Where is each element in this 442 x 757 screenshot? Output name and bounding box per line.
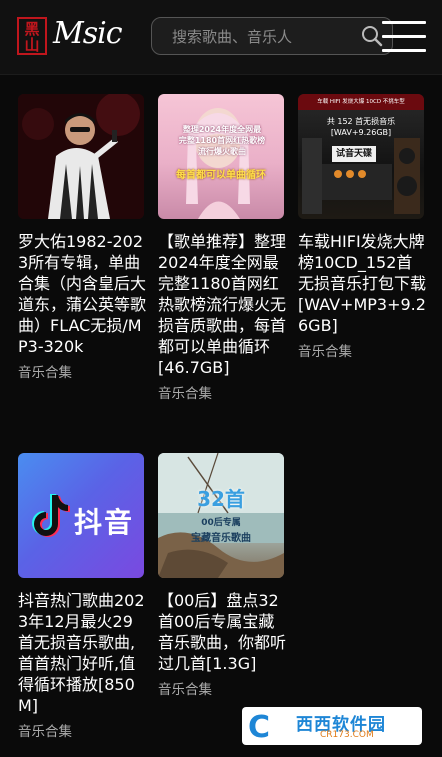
site-watermark: C 西西软件园 CR173.COM [242,707,422,745]
cover-slogan: 每首都可以单曲循环 [176,170,266,181]
album-category: 音乐合集 [298,344,352,360]
album-cover[interactable]: 32首 00后专属 宝藏音乐歌曲 [158,453,284,578]
cover-big-text: 32首 [197,487,245,511]
album-category: 音乐合集 [158,682,212,698]
album-cover[interactable]: 车载 HIFI 发烧大爆 10CD 不挑车型 共 152 首无损音乐 [WAV+… [298,94,424,219]
cover-text-line: 00后专属 [201,518,241,528]
album-title[interactable]: 罗大佑1982-2023所有专辑，单曲合集（内含皇后大道东，蒲公英等歌曲）FLA… [18,231,146,357]
album-cover[interactable] [18,94,144,219]
album-title[interactable]: 【歌单推荐】整理2024年度全网最完整1180首网红热歌榜流行爆火无损音质歌曲，… [158,231,286,378]
cover-text-line: 完整1180首网红热歌榜 [178,136,266,145]
singer-photo [18,94,144,219]
cover-text-line: 宝藏音乐歌曲 [191,533,251,544]
tiktok-icon [32,494,70,537]
album-category: 音乐合集 [18,724,72,740]
search-icon[interactable] [361,25,383,47]
album-category: 音乐合集 [18,365,72,381]
album-card[interactable]: 整理2024年度全网最 完整1180首网红热歌榜 流行爆火歌曲 每首都可以单曲循… [158,94,286,402]
cover-text-line: 整理2024年度全网最 [182,125,262,134]
app-header: 黑山 Msic [0,0,442,75]
album-card[interactable]: 罗大佑1982-2023所有专辑，单曲合集（内含皇后大道东，蒲公英等歌曲）FLA… [18,94,146,381]
search-input[interactable] [170,18,354,56]
cover-box-title: 试音天碟 [332,146,376,162]
album-card[interactable]: 车载 HIFI 发烧大爆 10CD 不挑车型 共 152 首无损音乐 [WAV+… [298,94,426,360]
album-category: 音乐合集 [158,386,212,402]
logo-text[interactable]: Msic [53,16,123,51]
logo-mark[interactable]: 黑山 [17,17,47,55]
watermark-domain: CR173.COM [320,730,374,740]
search-box[interactable] [151,17,393,56]
cover-brand-text: 抖音 [74,506,135,539]
album-title[interactable]: 车载HIFI发烧大牌榜10CD_152首无损音乐打包下载[WAV+MP3+9.2… [298,231,426,336]
watermark-logo-icon: C [248,710,271,745]
menu-icon[interactable] [382,21,426,53]
album-title[interactable]: 【00后】盘点32首00后专属宝藏音乐歌曲，你都听过几首[1.3G] [158,590,286,674]
album-title[interactable]: 抖音热门歌曲2023年12月最火29首无损音乐歌曲,首首热门好听,值得循环播放[… [18,590,146,716]
cover-text-line: 流行爆火歌曲 [198,147,246,156]
album-cover[interactable]: 整理2024年度全网最 完整1180首网红热歌榜 流行爆火歌曲 每首都可以单曲循… [158,94,284,219]
album-card[interactable]: 抖音 抖音热门歌曲2023年12月最火29首无损音乐歌曲,首首热门好听,值得循环… [18,453,146,740]
album-card[interactable]: 32首 00后专属 宝藏音乐歌曲 【00后】盘点32首00后专属宝藏音乐歌曲，你… [158,453,286,698]
album-cover[interactable]: 抖音 [18,453,144,578]
